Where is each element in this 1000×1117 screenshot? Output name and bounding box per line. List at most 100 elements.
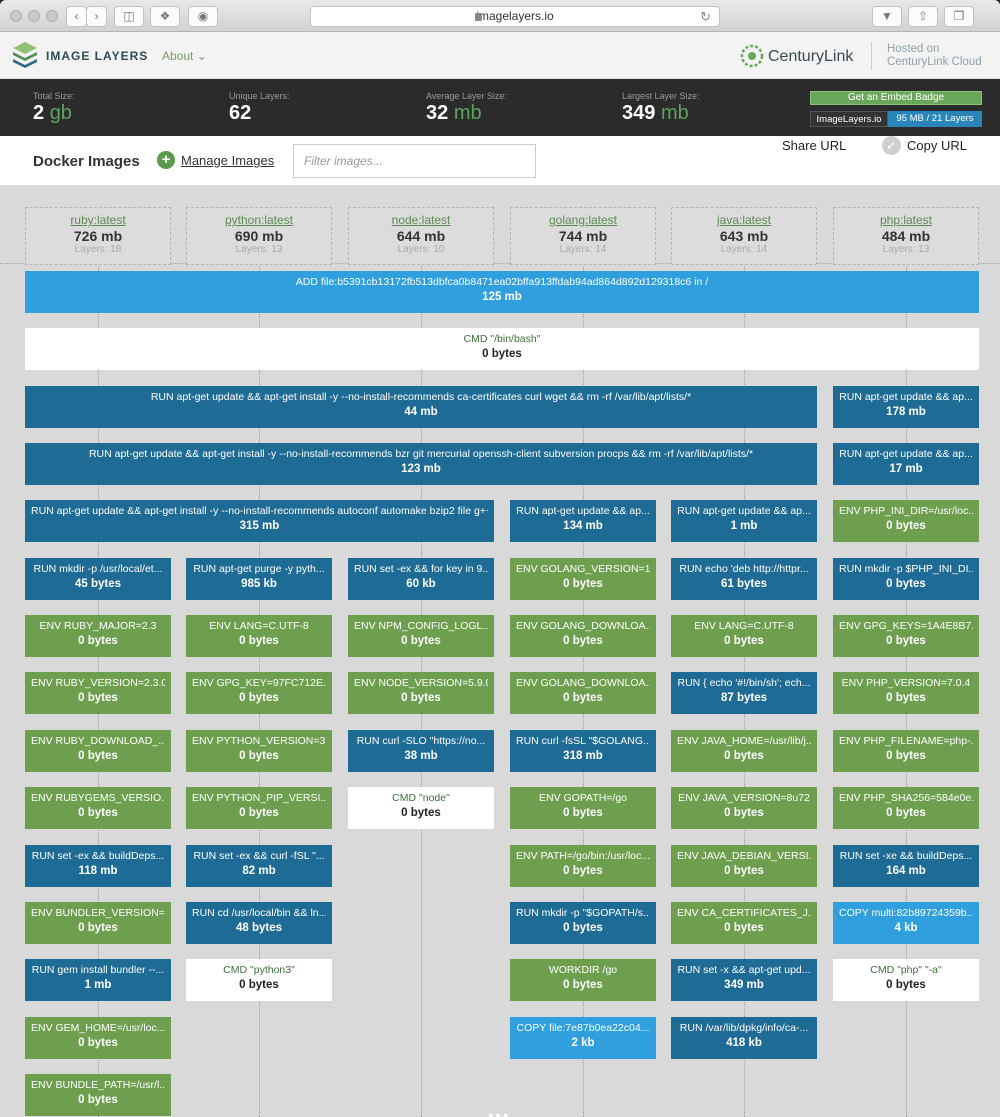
layer-block[interactable]: RUN apt-get update && ap... 1 mb [671, 500, 817, 542]
layer-block[interactable]: CMD "node" 0 bytes [348, 787, 494, 829]
layer-block[interactable]: CMD "python3" 0 bytes [186, 959, 332, 1001]
layer-command: ENV JAVA_HOME=/usr/lib/j... [677, 735, 811, 747]
stat-average-layer-size: Average Layer Size: 32 mb [426, 91, 507, 125]
imagelayers-logo-icon[interactable] [12, 40, 38, 68]
filter-images-input[interactable] [293, 144, 536, 178]
layer-command: ENV PHP_VERSION=7.0.4 [841, 677, 971, 689]
layer-block[interactable]: RUN apt-get update && ap... 178 mb [833, 386, 979, 428]
layer-block[interactable]: RUN set -xe && buildDeps... 164 mb [833, 845, 979, 887]
layer-block[interactable]: ENV RUBY_DOWNLOAD_... 0 bytes [25, 730, 171, 772]
image-name-link[interactable]: php:latest [834, 213, 978, 227]
layer-command: ENV CA_CERTIFICATES_J... [677, 907, 811, 919]
checkmark-icon[interactable]: ✓ [882, 136, 901, 155]
layer-block[interactable]: RUN /var/lib/dpkg/info/ca-... 418 kb [671, 1017, 817, 1059]
layer-block[interactable]: ENV PHP_SHA256=584e0e... 0 bytes [833, 787, 979, 829]
close-window-button[interactable] [10, 10, 22, 22]
layer-block[interactable]: RUN set -ex && curl -fSL "... 82 mb [186, 845, 332, 887]
layer-block[interactable]: ENV RUBY_MAJOR=2.3 0 bytes [25, 615, 171, 657]
layer-block[interactable]: ENV RUBYGEMS_VERSIO... 0 bytes [25, 787, 171, 829]
layer-block[interactable]: ENV GOPATH=/go 0 bytes [510, 787, 656, 829]
logo-text[interactable]: IMAGE LAYERS [46, 49, 148, 63]
forward-icon[interactable]: › [86, 6, 107, 27]
layer-block[interactable]: ENV PHP_VERSION=7.0.4 0 bytes [833, 672, 979, 714]
layer-block[interactable]: ENV PATH=/go/bin:/usr/loc... 0 bytes [510, 845, 656, 887]
layer-block[interactable]: ENV JAVA_HOME=/usr/lib/j... 0 bytes [671, 730, 817, 772]
layer-command: RUN curl -SLO "https://no... [356, 735, 486, 747]
layer-block[interactable]: RUN apt-get update && apt-get install -y… [25, 500, 494, 542]
zoom-window-button[interactable] [46, 10, 58, 22]
hosted-on-text[interactable]: Hosted on CenturyLink Cloud [887, 43, 982, 69]
reload-icon[interactable]: ↻ [700, 7, 711, 26]
layer-block[interactable]: RUN apt-get update && apt-get install -y… [25, 386, 817, 428]
layer-block[interactable]: ENV BUNDLER_VERSION=... 0 bytes [25, 902, 171, 944]
layer-block[interactable]: RUN set -ex && for key in 9... 60 kb [348, 558, 494, 600]
image-name-link[interactable]: java:latest [672, 213, 816, 227]
layer-block[interactable]: COPY multi:82b89724359b... 4 kb [833, 902, 979, 944]
layer-block[interactable]: ENV CA_CERTIFICATES_J... 0 bytes [671, 902, 817, 944]
layer-size: 118 mb [78, 865, 118, 877]
tabs-icon[interactable]: ❐ [944, 6, 974, 27]
layer-block[interactable]: ENV PYTHON_VERSION=3... 0 bytes [186, 730, 332, 772]
layer-block[interactable]: ENV PHP_FILENAME=php-... 0 bytes [833, 730, 979, 772]
layer-block[interactable]: ENV PHP_INI_DIR=/usr/loc... 0 bytes [833, 500, 979, 542]
layer-block[interactable]: COPY file:7e87b0ea22c04... 2 kb [510, 1017, 656, 1059]
layer-block[interactable]: ENV JAVA_VERSION=8u72 0 bytes [671, 787, 817, 829]
layer-block[interactable]: ENV JAVA_DEBIAN_VERSI... 0 bytes [671, 845, 817, 887]
pin-icon[interactable]: ❖ [150, 6, 180, 27]
share-url-link[interactable]: Share URL [782, 138, 846, 153]
layer-block[interactable]: ADD file:b5391cb13172fb513dbfca0b8471ea0… [25, 271, 979, 313]
image-name-link[interactable]: node:latest [349, 213, 493, 227]
about-menu[interactable]: About ⌄ [162, 49, 207, 63]
layer-command: ENV GOLANG_DOWNLOA... [516, 677, 650, 689]
minimize-window-button[interactable] [28, 10, 40, 22]
address-bar[interactable]: imagelayers.io ↻ [310, 6, 720, 27]
copy-url-link[interactable]: Copy URL [907, 138, 967, 153]
centurylink-logo-icon[interactable] [740, 44, 764, 68]
layer-block[interactable]: RUN mkdir -p "$GOPATH/s... 0 bytes [510, 902, 656, 944]
layer-block[interactable]: CMD "php" "-a" 0 bytes [833, 959, 979, 1001]
layer-block[interactable]: ENV PYTHON_PIP_VERSI... 0 bytes [186, 787, 332, 829]
layer-block[interactable]: RUN { echo '#!/bin/sh'; ech... 87 bytes [671, 672, 817, 714]
embed-badge-button[interactable]: Get an Embed Badge [810, 91, 982, 105]
layer-block[interactable]: RUN apt-get update && apt-get install -y… [25, 443, 817, 485]
layer-block[interactable]: RUN apt-get update && ap... 17 mb [833, 443, 979, 485]
layer-block[interactable]: RUN apt-get purge -y pyth... 985 kb [186, 558, 332, 600]
sidebar-icon[interactable]: ◫ [114, 6, 144, 27]
layer-block[interactable]: ENV GPG_KEY=97FC712E... 0 bytes [186, 672, 332, 714]
share-icon[interactable]: ⇧ [908, 6, 938, 27]
image-name-link[interactable]: ruby:latest [26, 213, 170, 227]
layer-block[interactable]: ENV RUBY_VERSION=2.3.0 0 bytes [25, 672, 171, 714]
layer-block[interactable]: ENV GPG_KEYS=1A4E8B7... 0 bytes [833, 615, 979, 657]
layer-block[interactable]: RUN set -x && apt-get upd... 349 mb [671, 959, 817, 1001]
layer-command: RUN apt-get update && apt-get install -y… [150, 391, 692, 403]
image-name-link[interactable]: python:latest [187, 213, 331, 227]
layer-block[interactable]: ENV GOLANG_VERSION=1.6 0 bytes [510, 558, 656, 600]
layer-block[interactable]: RUN mkdir -p $PHP_INI_DI... 0 bytes [833, 558, 979, 600]
layer-block[interactable]: RUN apt-get update && ap... 134 mb [510, 500, 656, 542]
centurylink-logo-text[interactable]: CenturyLink [768, 48, 853, 66]
layer-block[interactable]: ENV NODE_VERSION=5.9.0 0 bytes [348, 672, 494, 714]
add-icon[interactable]: + [157, 151, 175, 169]
download-icon[interactable]: ▼ [872, 6, 902, 27]
layer-block[interactable]: RUN cd /usr/local/bin && ln... 48 bytes [186, 902, 332, 944]
layer-block[interactable]: RUN curl -fsSL "$GOLANG... 318 mb [510, 730, 656, 772]
reader-icon[interactable]: ◉ [188, 6, 218, 27]
layer-command: RUN mkdir -p $PHP_INI_DI... [839, 563, 973, 575]
image-name-link[interactable]: golang:latest [511, 213, 655, 227]
layer-block[interactable]: ENV LANG=C.UTF-8 0 bytes [671, 615, 817, 657]
layer-block[interactable]: ENV GOLANG_DOWNLOA... 0 bytes [510, 615, 656, 657]
back-icon[interactable]: ‹ [66, 6, 87, 27]
layer-block[interactable]: RUN gem install bundler --... 1 mb [25, 959, 171, 1001]
layer-block[interactable]: CMD "/bin/bash" 0 bytes [25, 328, 979, 370]
layer-block[interactable]: ENV GOLANG_DOWNLOA... 0 bytes [510, 672, 656, 714]
layer-block[interactable]: RUN echo 'deb http://httpr... 61 bytes [671, 558, 817, 600]
layer-block[interactable]: ENV BUNDLE_PATH=/usr/l... 0 bytes [25, 1074, 171, 1116]
layer-block[interactable]: RUN mkdir -p /usr/local/et... 45 bytes [25, 558, 171, 600]
layer-block[interactable]: ENV NPM_CONFIG_LOGL... 0 bytes [348, 615, 494, 657]
layer-block[interactable]: RUN curl -SLO "https://no... 38 mb [348, 730, 494, 772]
layer-block[interactable]: RUN set -ex && buildDeps... 118 mb [25, 845, 171, 887]
layer-block[interactable]: ENV LANG=C.UTF-8 0 bytes [186, 615, 332, 657]
layer-block[interactable]: ENV GEM_HOME=/usr/loc... 0 bytes [25, 1017, 171, 1059]
manage-images-link[interactable]: Manage Images [181, 153, 274, 168]
layer-block[interactable]: WORKDIR /go 0 bytes [510, 959, 656, 1001]
